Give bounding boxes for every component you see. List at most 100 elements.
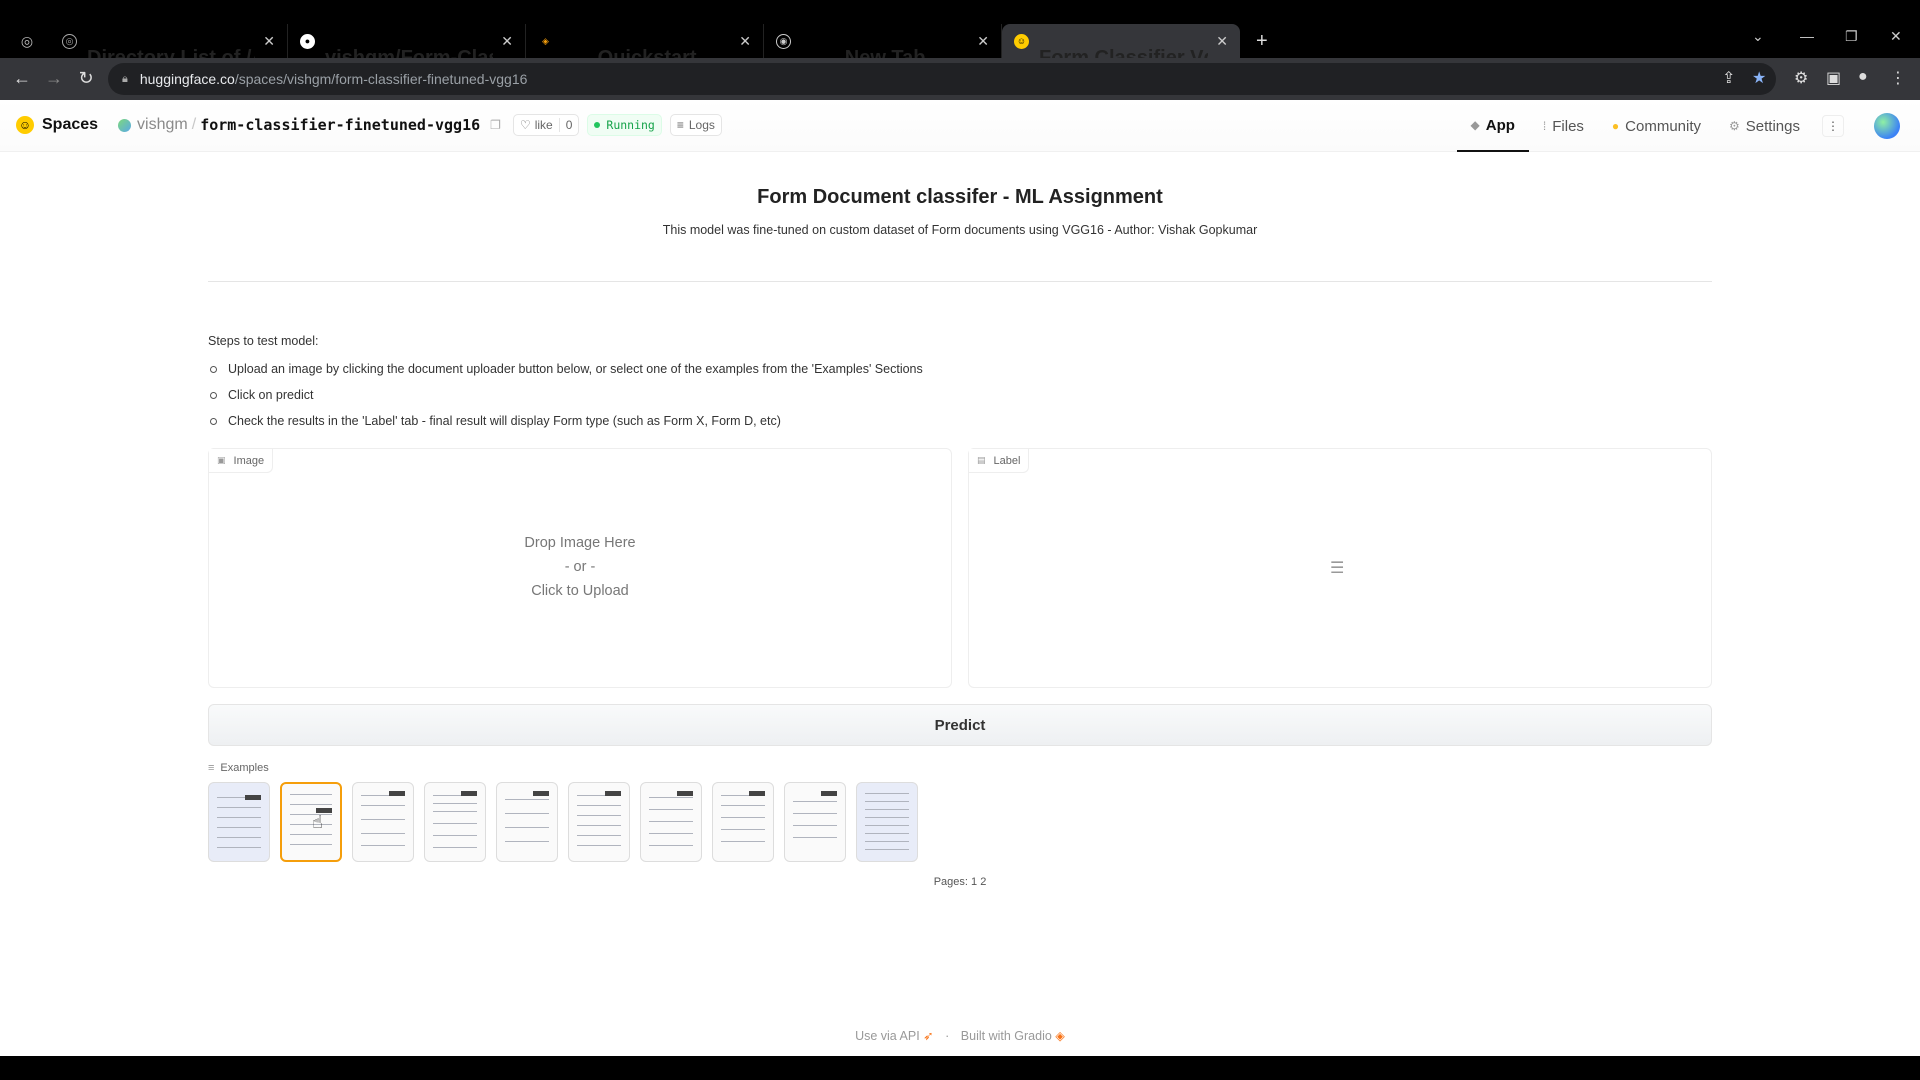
example-thumbnail[interactable]	[424, 782, 486, 862]
image-upload-panel[interactable]: ▣ Image Drop Image Here - or - Click to …	[208, 448, 952, 688]
hf-header: ☺ Spaces vishgm / form-classifier-finetu…	[0, 100, 1920, 152]
back-icon[interactable]: ←	[10, 68, 34, 89]
owner-link[interactable]: vishgm	[137, 116, 188, 134]
predict-button[interactable]: Predict	[208, 704, 1712, 746]
panel-label-text: Image	[233, 454, 265, 467]
or-text: - or -	[564, 559, 596, 575]
browser-tab[interactable]: ◈ Quickstart ✕	[526, 24, 764, 69]
tab-strip: ◎ Directory List of /Archives/edgar/ ✕ ●…	[50, 24, 1240, 69]
page-link[interactable]: 2	[980, 876, 986, 888]
user-avatar[interactable]	[1874, 113, 1900, 139]
close-tab-icon[interactable]: ✕	[1216, 33, 1228, 50]
web-page: ☺ Spaces vishgm / form-classifier-finetu…	[0, 100, 1920, 1056]
like-label: like	[534, 118, 553, 132]
list-item: Click on predict	[210, 388, 1712, 402]
list-item: Upload an image by clicking the document…	[210, 362, 1712, 376]
close-tab-icon[interactable]: ✕	[739, 33, 751, 50]
examples-label: Examples	[220, 762, 269, 774]
footer-separator: ·	[945, 1029, 950, 1043]
extensions-icon[interactable]: ⚙	[1794, 68, 1808, 88]
example-thumbnail[interactable]	[496, 782, 558, 862]
page-title: Form Document classifer - ML Assignment	[757, 186, 1163, 208]
tab-label: Settings	[1745, 117, 1800, 135]
divider	[208, 281, 1712, 282]
label-output-panel: ▤ Label ☰	[968, 448, 1712, 688]
chrome-icon: ◉	[776, 33, 791, 49]
site-icon: ◎	[62, 33, 77, 49]
url-path: /spaces/vishgm/form-classifier-finetuned…	[234, 71, 528, 87]
tab-app[interactable]: ◆ App	[1456, 100, 1529, 152]
example-thumbnail[interactable]	[352, 782, 414, 862]
tab-community[interactable]: ● Community	[1598, 100, 1715, 152]
rocket-icon: ➶	[923, 1029, 934, 1043]
tab-search-chevron-icon[interactable]: ⌄	[1752, 28, 1764, 45]
gradio-logo-icon: ◈	[1055, 1029, 1065, 1043]
steps-list: Upload an image by clicking the document…	[208, 362, 1712, 428]
examples-gallery: ☝	[208, 782, 1712, 862]
mouse-cursor-icon: ☝	[312, 812, 323, 832]
minimize-icon[interactable]: —	[1800, 28, 1814, 44]
example-thumbnail[interactable]	[640, 782, 702, 862]
footer: Use via API ➶ · Built with Gradio ◈	[0, 1028, 1920, 1043]
url-host: huggingface.co	[139, 71, 235, 87]
share-icon[interactable]: ⇪	[1722, 68, 1735, 88]
browser-menu-icon[interactable]: ⋮	[1890, 68, 1906, 88]
status-text: Running	[606, 118, 655, 132]
repo-name-link[interactable]: form-classifier-finetuned-vgg16	[200, 116, 480, 134]
browser-tab-active[interactable]: ☺ Form Classifier Vgg16 Finetuned ✕	[1002, 24, 1240, 69]
browser-tab[interactable]: ● vishgm/Form-Classifier-ML-Assig ✕	[288, 24, 526, 69]
close-window-icon[interactable]: ✕	[1890, 28, 1902, 45]
owner-avatar	[118, 118, 132, 132]
use-via-api-link[interactable]: Use via API	[855, 1029, 920, 1043]
example-thumbnail[interactable]	[784, 782, 846, 862]
app-icon: ◆	[1470, 118, 1480, 132]
close-tab-icon[interactable]: ✕	[501, 33, 513, 50]
tab-search-icon[interactable]: ◎	[16, 30, 38, 52]
page-link[interactable]: 1	[971, 876, 977, 888]
reload-icon[interactable]: ↻	[74, 68, 98, 89]
image-panel-label: ▣ Image	[209, 449, 274, 473]
restore-icon[interactable]: ❐	[1845, 28, 1858, 45]
like-button[interactable]: ♡ like 0	[512, 114, 580, 136]
heart-icon: ♡	[519, 118, 531, 132]
drop-text: Drop Image Here	[524, 535, 636, 551]
label-panel-label: ▤ Label	[969, 449, 1030, 473]
more-options-icon[interactable]: ⋮	[1822, 115, 1844, 137]
url-input[interactable]: 🔒︎ huggingface.co/spaces/vishgm/form-cla…	[108, 63, 1776, 95]
tab-settings[interactable]: ⚙ Settings	[1715, 100, 1814, 152]
side-panel-icon[interactable]: ▣	[1826, 68, 1841, 88]
example-thumbnail-selected[interactable]: ☝	[280, 782, 342, 862]
like-count: 0	[558, 118, 572, 132]
spaces-logo-icon[interactable]: ☺	[16, 116, 34, 134]
huggingface-icon: ☺	[1014, 33, 1029, 49]
logs-icon: ≡	[676, 118, 684, 132]
list-item: Check the results in the 'Label' tab - f…	[210, 414, 1712, 428]
close-tab-icon[interactable]: ✕	[977, 33, 989, 50]
example-thumbnail[interactable]	[208, 782, 270, 862]
new-tab-icon[interactable]: +	[1256, 30, 1268, 53]
browser-tab[interactable]: ◉ New Tab ✕	[764, 24, 1002, 69]
tab-files[interactable]: ⁞ Files	[1529, 100, 1598, 152]
logs-button[interactable]: ≡ Logs	[669, 114, 722, 136]
example-thumbnail[interactable]	[856, 782, 918, 862]
example-thumbnail[interactable]	[712, 782, 774, 862]
page-description: This model was fine-tuned on custom data…	[662, 223, 1258, 237]
built-with-gradio-link[interactable]: Built with Gradio	[961, 1029, 1052, 1043]
forward-icon[interactable]: →	[42, 68, 66, 89]
bookmark-star-icon[interactable]: ★	[1752, 68, 1766, 88]
browser-tab[interactable]: ◎ Directory List of /Archives/edgar/ ✕	[50, 24, 288, 69]
spaces-link[interactable]: Spaces	[42, 116, 98, 134]
gradio-app: Form Document classifer - ML Assignment …	[208, 152, 1712, 888]
tab-label: App	[1485, 116, 1515, 134]
steps-heading: Steps to test model:	[208, 334, 319, 348]
close-tab-icon[interactable]: ✕	[263, 33, 275, 50]
list-icon: ≡	[208, 762, 215, 774]
copy-icon[interactable]: ❐	[490, 118, 501, 132]
profile-icon[interactable]: ●	[1858, 68, 1868, 86]
example-thumbnail[interactable]	[568, 782, 630, 862]
upload-dropzone[interactable]: Drop Image Here - or - Click to Upload	[209, 531, 951, 603]
click-upload-text[interactable]: Click to Upload	[209, 579, 951, 603]
status-badge: Running	[587, 114, 662, 136]
files-icon: ⁞	[1542, 119, 1547, 133]
label-icon: ▤	[977, 455, 986, 465]
